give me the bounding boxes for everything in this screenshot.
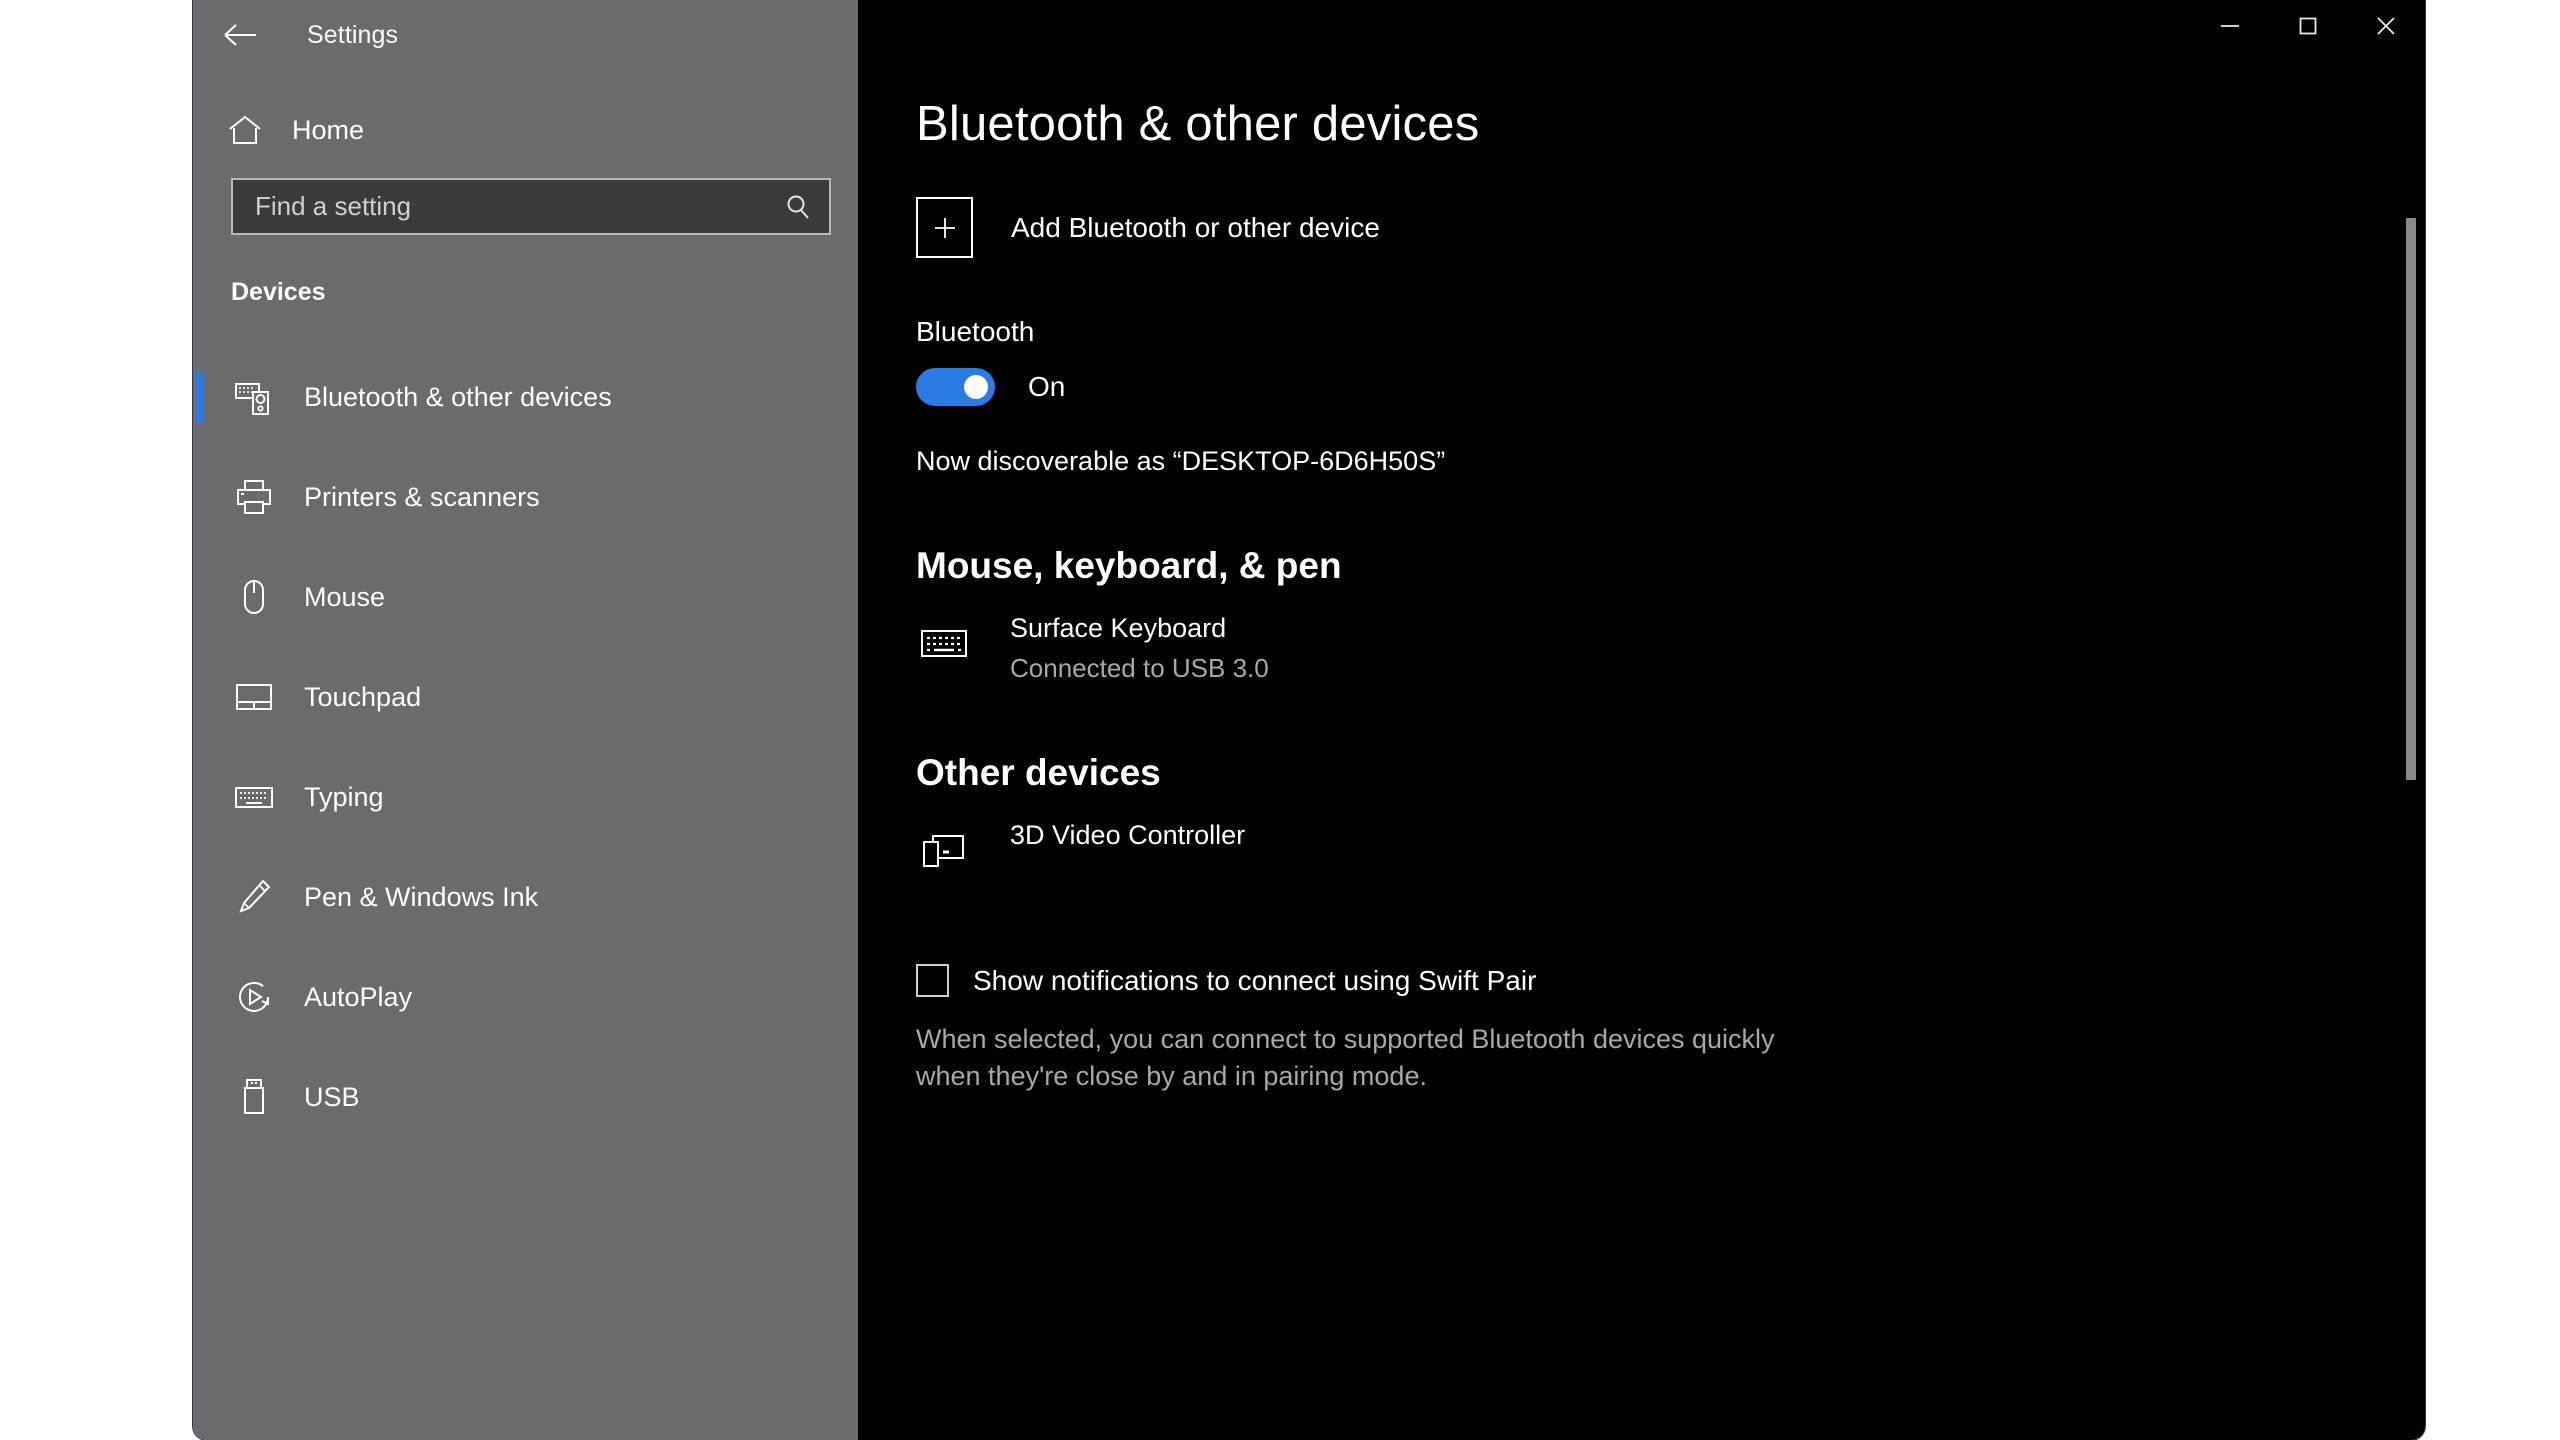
- sidebar-item-printers-scanners[interactable]: Printers & scanners: [193, 447, 858, 547]
- discoverable-text: Now discoverable as “DESKTOP-6D6H50S”: [916, 446, 1446, 476]
- back-button[interactable]: [205, 7, 277, 63]
- plus-icon: [916, 197, 973, 258]
- swift-pair-description: When selected, you can connect to suppor…: [916, 1024, 1775, 1092]
- back-arrow-icon: [224, 24, 258, 46]
- device-status: Connected to USB 3.0: [1010, 653, 1269, 683]
- sidebar-item-touchpad[interactable]: Touchpad: [193, 647, 858, 747]
- screen: Settings Home Find a setting Devices Blu…: [0, 0, 2560, 1440]
- sidebar-item-mouse[interactable]: Mouse: [193, 547, 858, 647]
- maximize-icon: [2298, 16, 2318, 41]
- autoplay-icon: [231, 974, 277, 1020]
- device-list-item-3d-video-controller[interactable]: 3D Video Controller: [916, 820, 2425, 878]
- display-device-icon: [916, 822, 972, 878]
- sidebar-item-home-label: Home: [292, 114, 365, 145]
- page-body: Bluetooth & other devices Add Bluetooth …: [858, 0, 2425, 1096]
- sidebar-item-label: USB: [304, 1081, 360, 1112]
- window-titlebar-left: Settings: [193, 0, 858, 70]
- sidebar-group-title: Devices: [231, 278, 326, 306]
- section-heading-mouse-keyboard-pen: Mouse, keyboard, & pen: [916, 545, 1342, 586]
- keyboard-icon: [231, 774, 277, 820]
- sidebar-item-autoplay[interactable]: AutoPlay: [193, 947, 858, 1047]
- search-placeholder: Find a setting: [255, 191, 412, 221]
- pen-icon: [231, 874, 277, 920]
- sidebar-item-label: Mouse: [304, 581, 386, 612]
- device-name: 3D Video Controller: [1010, 820, 1246, 850]
- device-list-item-surface-keyboard[interactable]: Surface Keyboard Connected to USB 3.0: [916, 613, 2425, 684]
- settings-content: Bluetooth & other devices Add Bluetooth …: [858, 0, 2425, 1440]
- maximize-button[interactable]: [2269, 0, 2347, 56]
- sidebar-item-typing[interactable]: Typing: [193, 747, 858, 847]
- sidebar-nav-list: Bluetooth & other devices Printers & sca…: [193, 347, 858, 1147]
- device-text: Surface Keyboard Connected to USB 3.0: [1010, 613, 1269, 684]
- sidebar-item-pen-windows-ink[interactable]: Pen & Windows Ink: [193, 847, 858, 947]
- touchpad-icon: [231, 674, 277, 720]
- close-icon: [2375, 15, 2397, 42]
- bluetooth-devices-icon: [231, 374, 277, 420]
- settings-window: Settings Home Find a setting Devices Blu…: [193, 0, 2425, 1440]
- device-text: 3D Video Controller: [1010, 820, 1245, 851]
- sidebar-item-label: Typing: [304, 781, 384, 812]
- sidebar-item-label: Bluetooth & other devices: [304, 381, 612, 412]
- bluetooth-toggle-state: On: [1028, 371, 1066, 402]
- add-device-label: Add Bluetooth or other device: [1011, 211, 1380, 243]
- section-heading-other-devices: Other devices: [916, 752, 1161, 793]
- mouse-icon: [231, 574, 277, 620]
- printer-icon: [231, 474, 277, 520]
- search-icon[interactable]: [785, 194, 811, 220]
- app-title: Settings: [307, 20, 399, 49]
- sidebar-item-label: AutoPlay: [304, 981, 413, 1012]
- sidebar-item-bluetooth-other-devices[interactable]: Bluetooth & other devices: [193, 347, 858, 447]
- device-name: Surface Keyboard: [1010, 613, 1227, 643]
- bluetooth-section-label: Bluetooth: [916, 316, 1035, 347]
- page-title: Bluetooth & other devices: [916, 97, 1480, 151]
- add-bluetooth-device-button[interactable]: Add Bluetooth or other device: [916, 197, 2425, 258]
- swift-pair-checkbox-row[interactable]: Show notifications to connect using Swif…: [916, 964, 2425, 997]
- bluetooth-toggle[interactable]: [916, 368, 995, 406]
- keyboard-icon: [916, 615, 972, 671]
- minimize-icon: [2219, 19, 2241, 38]
- swift-pair-checkbox[interactable]: [916, 964, 949, 997]
- sidebar-item-usb[interactable]: USB: [193, 1047, 858, 1147]
- home-icon: [228, 115, 270, 145]
- usb-icon: [231, 1074, 277, 1120]
- minimize-button[interactable]: [2191, 0, 2269, 56]
- swift-pair-label: Show notifications to connect using Swif…: [973, 964, 1537, 996]
- search-input[interactable]: Find a setting: [231, 178, 831, 235]
- window-controls: [2191, 0, 2425, 70]
- settings-sidebar: Settings Home Find a setting Devices Blu…: [193, 0, 858, 1440]
- bluetooth-toggle-row: On: [916, 368, 2425, 406]
- close-button[interactable]: [2347, 0, 2425, 56]
- sidebar-item-label: Pen & Windows Ink: [304, 881, 539, 912]
- sidebar-item-home[interactable]: Home: [193, 98, 858, 162]
- content-scrollbar[interactable]: [2406, 218, 2416, 780]
- toggle-knob: [964, 375, 988, 399]
- sidebar-item-label: Printers & scanners: [304, 481, 540, 512]
- sidebar-item-label: Touchpad: [304, 681, 422, 712]
